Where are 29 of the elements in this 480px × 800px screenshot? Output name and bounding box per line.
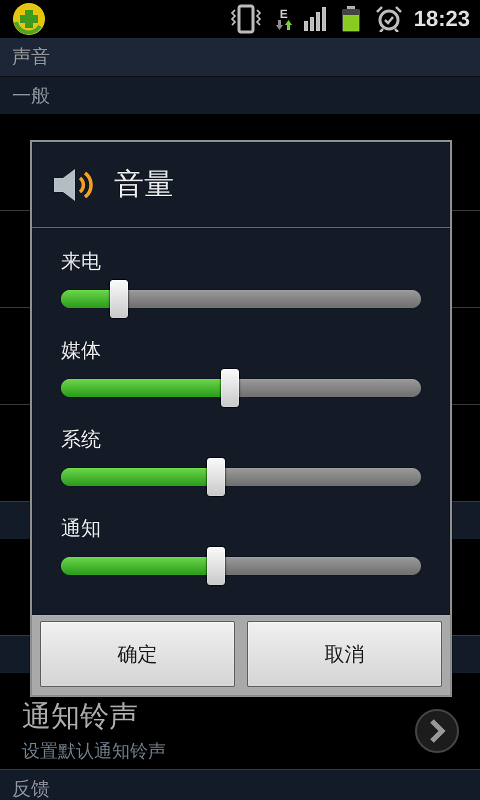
slider-track[interactable] [61, 379, 421, 397]
section-header: 反馈 [0, 770, 480, 800]
app-logo-icon[interactable] [12, 2, 46, 36]
section-header: 一般 [0, 77, 480, 114]
signal-icon [304, 7, 328, 31]
confirm-button[interactable]: 确定 [40, 621, 235, 687]
vibrate-icon [230, 4, 262, 34]
setting-summary: 设置默认通知铃声 [22, 740, 167, 763]
battery-icon [342, 6, 360, 32]
slider-label: 来电 [61, 248, 102, 274]
network-type: E [280, 8, 288, 20]
clock-time: 18:23 [414, 6, 470, 32]
setting-title: 通知铃声 [22, 699, 139, 733]
slider-label: 媒体 [61, 337, 102, 363]
chevron-right-icon[interactable] [414, 708, 460, 754]
slider-track[interactable] [61, 290, 421, 308]
screen-title: 声音 [0, 38, 480, 77]
slider-label: 系统 [61, 426, 102, 452]
slider-track[interactable] [61, 468, 421, 486]
alarm-clock-icon [376, 6, 402, 32]
slider-thumb[interactable] [221, 369, 240, 407]
slider-label: 通知 [61, 515, 102, 541]
cancel-button[interactable]: 取消 [247, 621, 442, 687]
slider-thumb[interactable] [206, 458, 225, 496]
slider-track[interactable] [61, 557, 421, 575]
slider-thumb[interactable] [110, 280, 128, 318]
dialog-title: 音量 [114, 166, 174, 204]
slider-thumb[interactable] [206, 547, 225, 585]
data-arrows-icon [276, 20, 292, 30]
